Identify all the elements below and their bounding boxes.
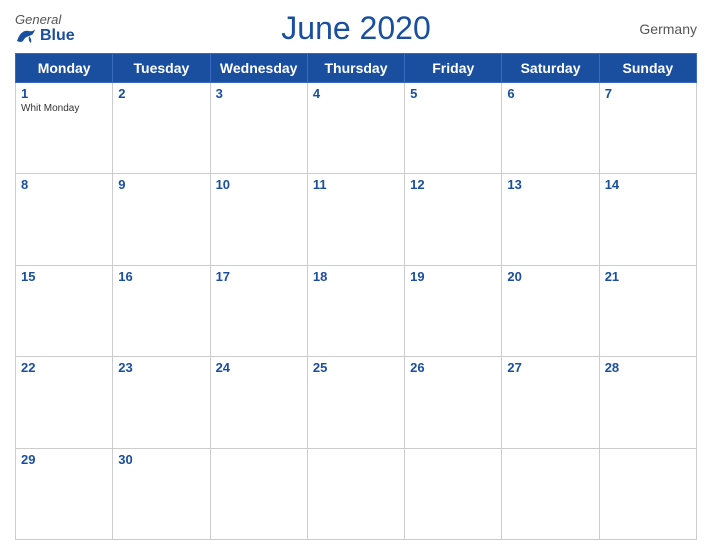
calendar-title: June 2020	[281, 10, 430, 47]
day-number: 18	[313, 269, 399, 284]
week-row-2: 89 10 11 12 13 14	[16, 174, 697, 265]
calendar-cell: 13	[502, 174, 599, 265]
day-number: 21	[605, 269, 691, 284]
calendar-cell: 5	[405, 83, 502, 174]
day-number: 15	[21, 269, 107, 284]
logo: General Blue	[15, 12, 75, 45]
day-number: 4	[313, 86, 399, 101]
calendar-cell: 18	[307, 265, 404, 356]
day-number: 28	[605, 360, 691, 375]
calendar-cell: 1 Whit Monday	[16, 83, 113, 174]
calendar-cell: 27	[502, 357, 599, 448]
day-number: 8	[21, 177, 107, 192]
day-number: 5	[410, 86, 496, 101]
day-number: 22	[21, 360, 107, 375]
weekday-header-thursday: Thursday	[307, 54, 404, 83]
weekday-header-sunday: Sunday	[599, 54, 696, 83]
day-number: 6	[507, 86, 593, 101]
calendar-cell: 24	[210, 357, 307, 448]
week-row-3: 15 16 17 18 19 20 21	[16, 265, 697, 356]
day-number: 26	[410, 360, 496, 375]
day-number: 7	[605, 86, 691, 101]
logo-blue: Blue	[15, 27, 75, 45]
calendar-cell: 2	[113, 83, 210, 174]
day-number: 3	[216, 86, 302, 101]
calendar-cell: 23	[113, 357, 210, 448]
calendar-cell: 30	[113, 448, 210, 539]
calendar-cell	[307, 448, 404, 539]
weekday-header-row: MondayTuesdayWednesdayThursdayFridaySatu…	[16, 54, 697, 83]
day-number: 23	[118, 360, 204, 375]
weekday-header-wednesday: Wednesday	[210, 54, 307, 83]
day-number: 17	[216, 269, 302, 284]
day-number: 30	[118, 452, 204, 467]
day-number: 9	[118, 177, 204, 192]
calendar-cell: 12	[405, 174, 502, 265]
calendar-cell: 17	[210, 265, 307, 356]
holiday-label: Whit Monday	[21, 103, 107, 114]
bird-icon	[15, 27, 37, 45]
calendar-cell: 3	[210, 83, 307, 174]
calendar-cell: 26	[405, 357, 502, 448]
day-number: 11	[313, 177, 399, 192]
weekday-header-friday: Friday	[405, 54, 502, 83]
day-number: 12	[410, 177, 496, 192]
day-number: 24	[216, 360, 302, 375]
calendar-cell: 29	[16, 448, 113, 539]
logo-general: General	[15, 12, 61, 27]
calendar-cell	[405, 448, 502, 539]
day-number: 19	[410, 269, 496, 284]
day-number: 1	[21, 86, 107, 101]
calendar-cell: 28	[599, 357, 696, 448]
day-number: 10	[216, 177, 302, 192]
calendar-cell	[210, 448, 307, 539]
calendar-cell	[502, 448, 599, 539]
calendar-cell: 14	[599, 174, 696, 265]
country-label: Germany	[639, 21, 697, 37]
calendar-cell: 8	[16, 174, 113, 265]
calendar-cell: 15	[16, 265, 113, 356]
calendar-cell: 11	[307, 174, 404, 265]
calendar-cell: 4	[307, 83, 404, 174]
day-number: 27	[507, 360, 593, 375]
day-number: 16	[118, 269, 204, 284]
calendar-cell: 7	[599, 83, 696, 174]
calendar-cell: 16	[113, 265, 210, 356]
week-row-5: 29 30	[16, 448, 697, 539]
calendar-cell: 20	[502, 265, 599, 356]
day-number: 25	[313, 360, 399, 375]
calendar-cell: 6	[502, 83, 599, 174]
day-number: 29	[21, 452, 107, 467]
calendar-cell: 22	[16, 357, 113, 448]
day-number: 14	[605, 177, 691, 192]
calendar-cell: 9	[113, 174, 210, 265]
weekday-header-monday: Monday	[16, 54, 113, 83]
calendar-cell: 10	[210, 174, 307, 265]
weekday-header-tuesday: Tuesday	[113, 54, 210, 83]
week-row-4: 22 23 24 25 26 27 28	[16, 357, 697, 448]
day-number: 20	[507, 269, 593, 284]
page-header: General Blue June 2020 Germany	[15, 10, 697, 47]
week-row-1: 1 Whit Monday 234567	[16, 83, 697, 174]
weekday-header-saturday: Saturday	[502, 54, 599, 83]
day-number: 2	[118, 86, 204, 101]
day-number: 13	[507, 177, 593, 192]
calendar-cell: 21	[599, 265, 696, 356]
calendar-cell: 19	[405, 265, 502, 356]
calendar-table: MondayTuesdayWednesdayThursdayFridaySatu…	[15, 53, 697, 540]
calendar-cell: 25	[307, 357, 404, 448]
calendar-cell	[599, 448, 696, 539]
